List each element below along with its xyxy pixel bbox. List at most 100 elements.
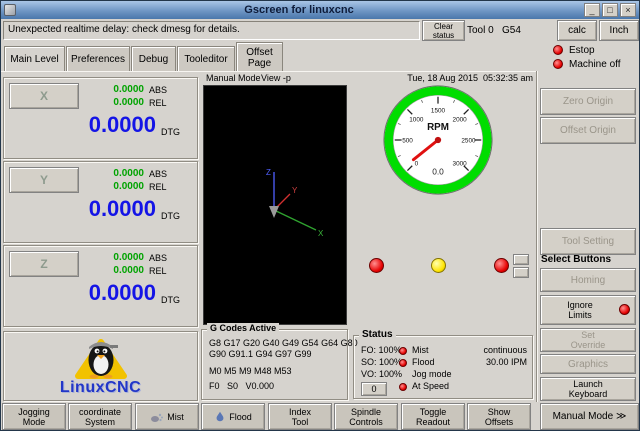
set-override-button[interactable]: Set Override xyxy=(540,328,636,352)
axis-x-rel-value: 0.0000 xyxy=(84,97,144,108)
rpm-gauge-title: RPM xyxy=(427,122,449,133)
launch-keyboard-button[interactable]: Launch Keyboard xyxy=(540,377,636,401)
index-tool-button[interactable]: Index Tool xyxy=(268,403,332,430)
triad-z-label: Z xyxy=(266,168,271,177)
tab-offset-page[interactable]: Offset Page xyxy=(236,42,283,72)
flood-led xyxy=(399,359,407,367)
axis-y-dtg-label: DTG xyxy=(161,211,180,221)
tab-debug[interactable]: Debug xyxy=(131,46,176,72)
axis-frame-y: Y 0.0000 ABS 0.0000 REL 0.0000 DTG xyxy=(3,161,198,243)
jog-increment-spinbox[interactable]: 0 xyxy=(361,382,387,396)
axis-select-y-button[interactable]: Y xyxy=(9,167,79,193)
homing-button[interactable]: Homing xyxy=(540,268,636,292)
spindle-speed-down-button[interactable] xyxy=(513,267,529,278)
logo-frame: LinuxCNC xyxy=(3,331,198,401)
feed-override-label: FO: 100% xyxy=(361,345,402,355)
gremlin-3d-view[interactable]: Z Y X xyxy=(203,85,347,325)
tool-setting-button[interactable]: Tool Setting xyxy=(540,228,636,255)
gscreen-window: Gscreen for linuxcnc _ □ × Unexpected re… xyxy=(0,0,640,431)
offset-origin-button[interactable]: Offset Origin xyxy=(540,117,636,144)
status-message: Unexpected realtime delay: check dmesg f… xyxy=(3,21,420,40)
rpm-gauge: 0 500 1000 1500 2000 2500 3000 RPM 0.0 xyxy=(379,81,497,199)
machine-off-button[interactable]: Machine off xyxy=(541,57,639,71)
axis-frame-z: Z 0.0000 ABS 0.0000 REL 0.0000 DTG xyxy=(3,245,198,327)
axis-z-dtg-value: 0.0000 xyxy=(6,280,156,306)
at-speed-led xyxy=(399,383,407,391)
axis-select-x-button[interactable]: X xyxy=(9,83,79,109)
estop-led xyxy=(553,45,563,55)
spindle-override-label: SO: 100% xyxy=(361,357,402,367)
status-frame: Status FO: 100% SO: 100% VO: 100% 0 Mist… xyxy=(353,335,533,399)
gauge-tick-1500: 1500 xyxy=(431,107,446,114)
app-icon xyxy=(4,4,16,16)
estop-label: Estop xyxy=(569,45,595,56)
machine-off-led xyxy=(553,59,563,69)
tab-tooleditor[interactable]: Tooleditor xyxy=(177,46,235,72)
minimize-button[interactable]: _ xyxy=(584,3,600,17)
toggle-readout-button[interactable]: Toggle Readout xyxy=(401,403,465,430)
flood-status-label: Flood xyxy=(412,357,435,367)
jogging-mode-button[interactable]: Jogging Mode xyxy=(2,403,66,430)
status-title: Status xyxy=(359,329,396,340)
flood-icon xyxy=(214,410,226,423)
view-label[interactable]: View -p xyxy=(261,73,291,83)
inch-button[interactable]: Inch xyxy=(599,20,639,41)
ignore-limits-led xyxy=(619,304,630,315)
mist-button-label: Mist xyxy=(167,412,184,422)
tab-main-level[interactable]: Main Level xyxy=(4,46,65,72)
gauge-tick-1000: 1000 xyxy=(409,116,424,123)
axis-z-abs-label: ABS xyxy=(149,253,167,263)
axis-select-z-button[interactable]: Z xyxy=(9,251,79,277)
machine-off-label: Machine off xyxy=(569,59,621,70)
spindle-speed-up-button[interactable] xyxy=(513,254,529,265)
show-offsets-button[interactable]: Show Offsets xyxy=(467,403,531,430)
select-buttons-title: Select Buttons xyxy=(541,254,611,265)
maximize-button[interactable]: □ xyxy=(602,3,618,17)
axis-y-dtg-value: 0.0000 xyxy=(6,196,156,222)
axis-y-rel-label: REL xyxy=(149,182,167,192)
flood-button[interactable]: Flood xyxy=(201,403,265,430)
graphics-button[interactable]: Graphics xyxy=(540,354,636,374)
coord-system-label: G54 xyxy=(502,25,521,36)
estop-button[interactable]: Estop xyxy=(541,43,639,57)
window-title: Gscreen for linuxcnc xyxy=(16,4,582,16)
tab-preferences[interactable]: Preferences xyxy=(66,46,130,72)
spindle-forward-led xyxy=(494,258,509,273)
triad-x-label: X xyxy=(318,229,324,238)
mist-status-label: Mist xyxy=(412,345,429,355)
sidebar-divider-highlight xyxy=(537,71,538,402)
gcodes-title: G Codes Active xyxy=(207,323,279,333)
tool-label: Tool 0 xyxy=(467,25,494,36)
jog-mode-label: Jog mode xyxy=(412,369,452,379)
gauge-tick-2500: 2500 xyxy=(461,137,476,144)
gauge-tick-3000: 3000 xyxy=(453,161,468,168)
gauge-tick-500: 500 xyxy=(402,137,413,144)
tux-penguin-logo xyxy=(66,333,136,379)
coordinate-system-button[interactable]: coordinate System xyxy=(68,403,132,430)
spindle-reverse-led xyxy=(369,258,384,273)
calc-button[interactable]: calc xyxy=(557,20,597,41)
axis-frame-x: X 0.0000 ABS 0.0000 REL 0.0000 DTG xyxy=(3,77,198,159)
axis-z-rel-label: REL xyxy=(149,266,167,276)
flood-button-label: Flood xyxy=(229,412,252,422)
at-speed-label: At Speed xyxy=(412,381,449,391)
close-button[interactable]: × xyxy=(620,3,636,17)
mode-label: Manual Mode xyxy=(206,73,261,83)
titlebar: Gscreen for linuxcnc _ □ × xyxy=(1,1,639,19)
axis-y-rel-value: 0.0000 xyxy=(84,181,144,192)
clear-status-button[interactable]: Clear status xyxy=(422,20,465,41)
mist-button[interactable]: Mist xyxy=(135,403,199,430)
mist-icon xyxy=(150,411,164,423)
fsv-line: F0 S0 V0.000 xyxy=(209,381,274,391)
axis-y-abs-label: ABS xyxy=(149,169,167,179)
velocity-override-label: VO: 100% xyxy=(361,369,402,379)
spindle-controls-button[interactable]: Spindle Controls xyxy=(334,403,398,430)
jog-rate-value: 30.00 IPM xyxy=(450,357,527,367)
gcode-line-2: G90 G91.1 G94 G97 G99 xyxy=(209,349,312,359)
zero-origin-button[interactable]: Zero Origin xyxy=(540,88,636,115)
axis-z-rel-value: 0.0000 xyxy=(84,265,144,276)
gcode-line-1: G8 G17 G20 G40 G49 G54 G64 G80 xyxy=(209,338,358,348)
linuxcnc-logo-text: LinuxCNC xyxy=(4,379,197,397)
manual-mode-button[interactable]: Manual Mode ≫ xyxy=(540,403,639,430)
spindle-stop-led xyxy=(431,258,446,273)
